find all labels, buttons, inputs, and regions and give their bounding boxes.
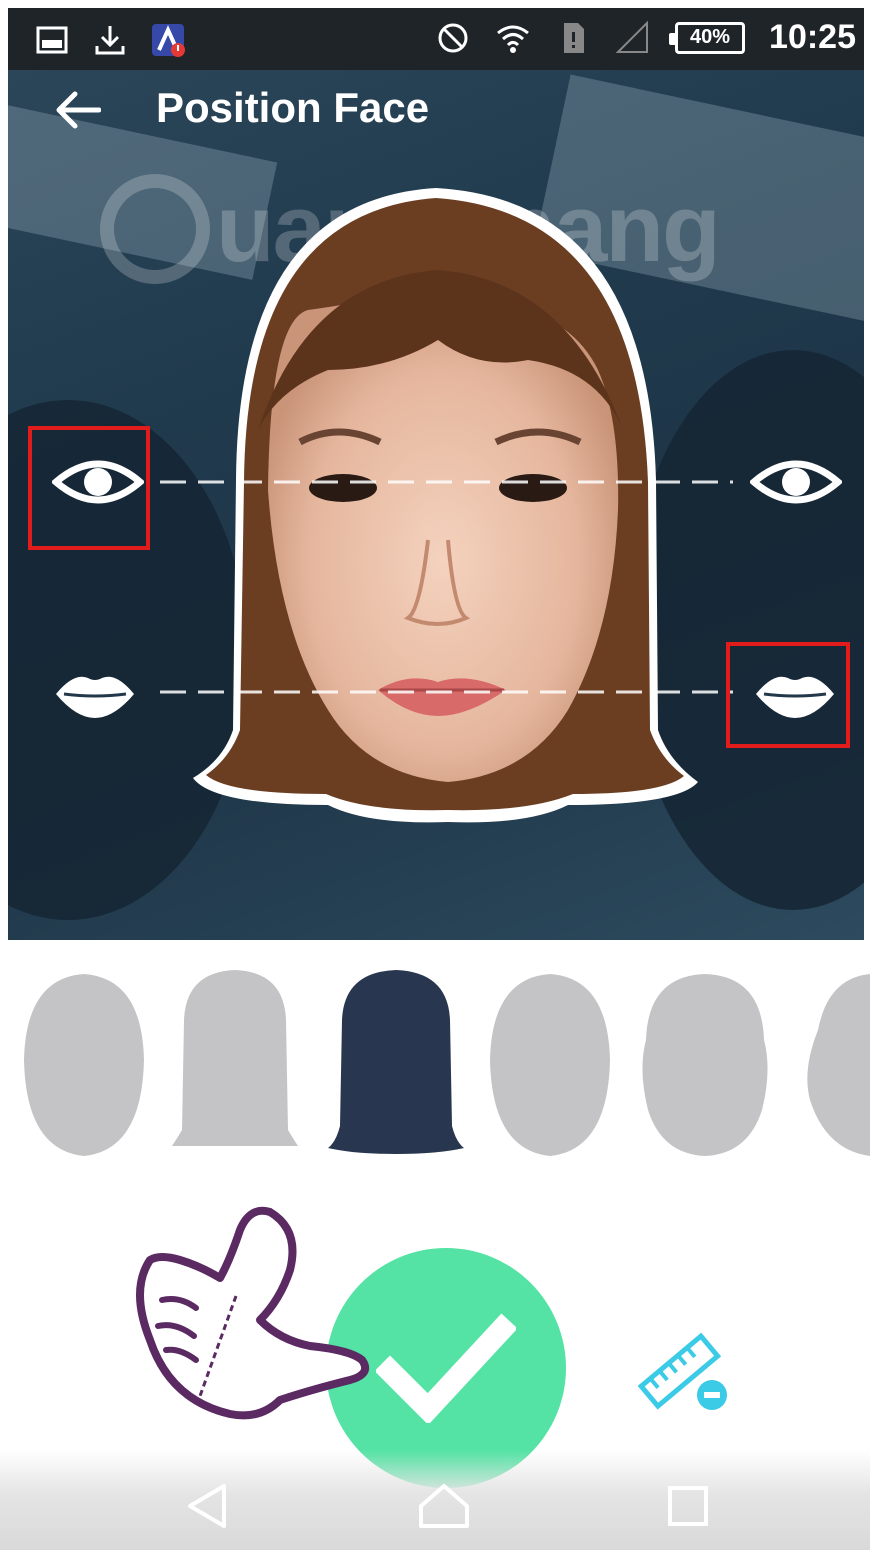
app-alert-icon [152, 24, 185, 57]
home-icon [419, 1484, 469, 1528]
check-icon [376, 1313, 516, 1423]
face-eye-right [499, 474, 567, 502]
photo-canvas[interactable]: uantrimang [8, 70, 864, 940]
lips-icon[interactable] [54, 668, 136, 720]
eye-icon[interactable] [750, 452, 842, 512]
image-icon [36, 26, 68, 54]
back-button[interactable] [48, 82, 108, 138]
block-icon [438, 23, 468, 52]
template-long-hair[interactable] [328, 960, 464, 1160]
highlight-box-eye [28, 426, 150, 550]
wifi-icon [497, 25, 529, 53]
page-title: Position Face [156, 84, 430, 131]
template-egg[interactable] [488, 960, 612, 1160]
face-eye-left [309, 474, 377, 502]
face-template-selector [0, 960, 870, 1170]
back-triangle-icon [188, 1484, 226, 1528]
status-time: 10:25 [769, 18, 856, 56]
download-icon [95, 26, 125, 55]
template-oval[interactable] [22, 960, 146, 1160]
template-wide[interactable] [638, 960, 772, 1160]
navigation-bar [0, 1450, 870, 1550]
template-partial[interactable] [798, 960, 870, 1160]
status-right-icons: 40% 10:25 [435, 18, 856, 57]
pointing-hand-icon [136, 1206, 369, 1420]
recents-square-icon [668, 1486, 708, 1526]
nav-back-button[interactable] [176, 1478, 236, 1534]
ruler-minus-icon[interactable] [638, 1325, 730, 1415]
nav-home-button[interactable] [414, 1478, 474, 1534]
status-bar: 40% 10:25 [8, 8, 864, 70]
signal-icon [615, 20, 649, 53]
template-bob[interactable] [170, 960, 300, 1160]
nav-recents-button[interactable] [658, 1478, 718, 1534]
status-left-icons [34, 22, 186, 58]
battery-icon: 40% [669, 21, 746, 54]
battery-level: 40% [690, 26, 731, 48]
sim-icon [564, 22, 585, 53]
arrow-left-icon [56, 91, 101, 129]
highlight-box-lips [726, 642, 850, 748]
